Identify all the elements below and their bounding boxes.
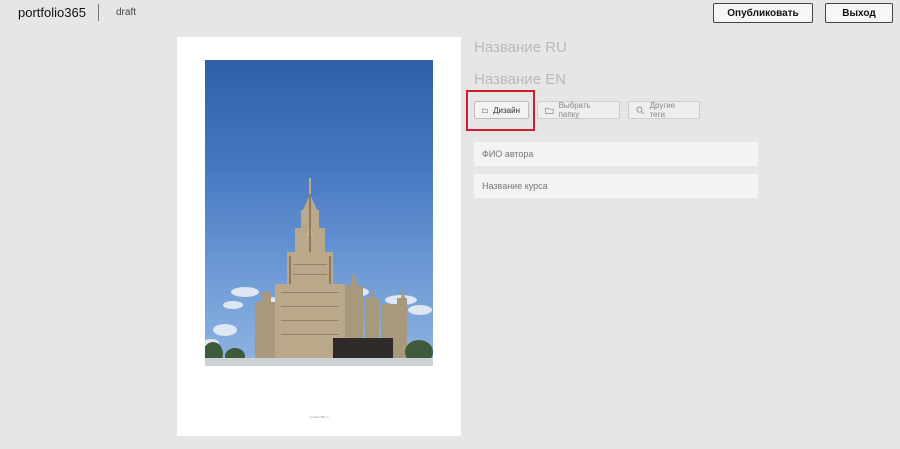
folder-icon (545, 107, 554, 114)
choose-folder-button[interactable]: Выбрать папку (537, 101, 620, 119)
title-ru-input[interactable]: Название RU (474, 39, 567, 56)
preview-sheet: portfolio365.ru (177, 37, 461, 436)
tag-design-button[interactable]: Дизайн (474, 101, 529, 119)
title-en-input[interactable]: Название EN (474, 71, 566, 88)
app-logo[interactable]: portfolio365 (18, 5, 86, 20)
other-tags-label: Другие теги (649, 101, 676, 119)
search-icon (636, 106, 645, 114)
preview-photo[interactable] (205, 60, 433, 366)
exit-button[interactable]: Выход (825, 3, 893, 23)
preview-caption: portfolio365.ru (309, 415, 329, 419)
course-name-input[interactable]: Название курса (474, 174, 758, 198)
other-tags-button[interactable]: Другие теги (628, 101, 700, 119)
status-label: draft (116, 7, 137, 18)
publish-button[interactable]: Опубликовать (713, 3, 813, 23)
top-bar: portfolio365 draft Опубликовать Выход (0, 0, 900, 28)
tag-design-label: Дизайн (493, 105, 520, 115)
folder-icon (482, 108, 489, 113)
choose-folder-label: Выбрать папку (558, 101, 591, 119)
header-divider (98, 4, 99, 21)
building-illustration (205, 178, 433, 366)
author-name-input[interactable]: ФИО автора (474, 142, 758, 166)
